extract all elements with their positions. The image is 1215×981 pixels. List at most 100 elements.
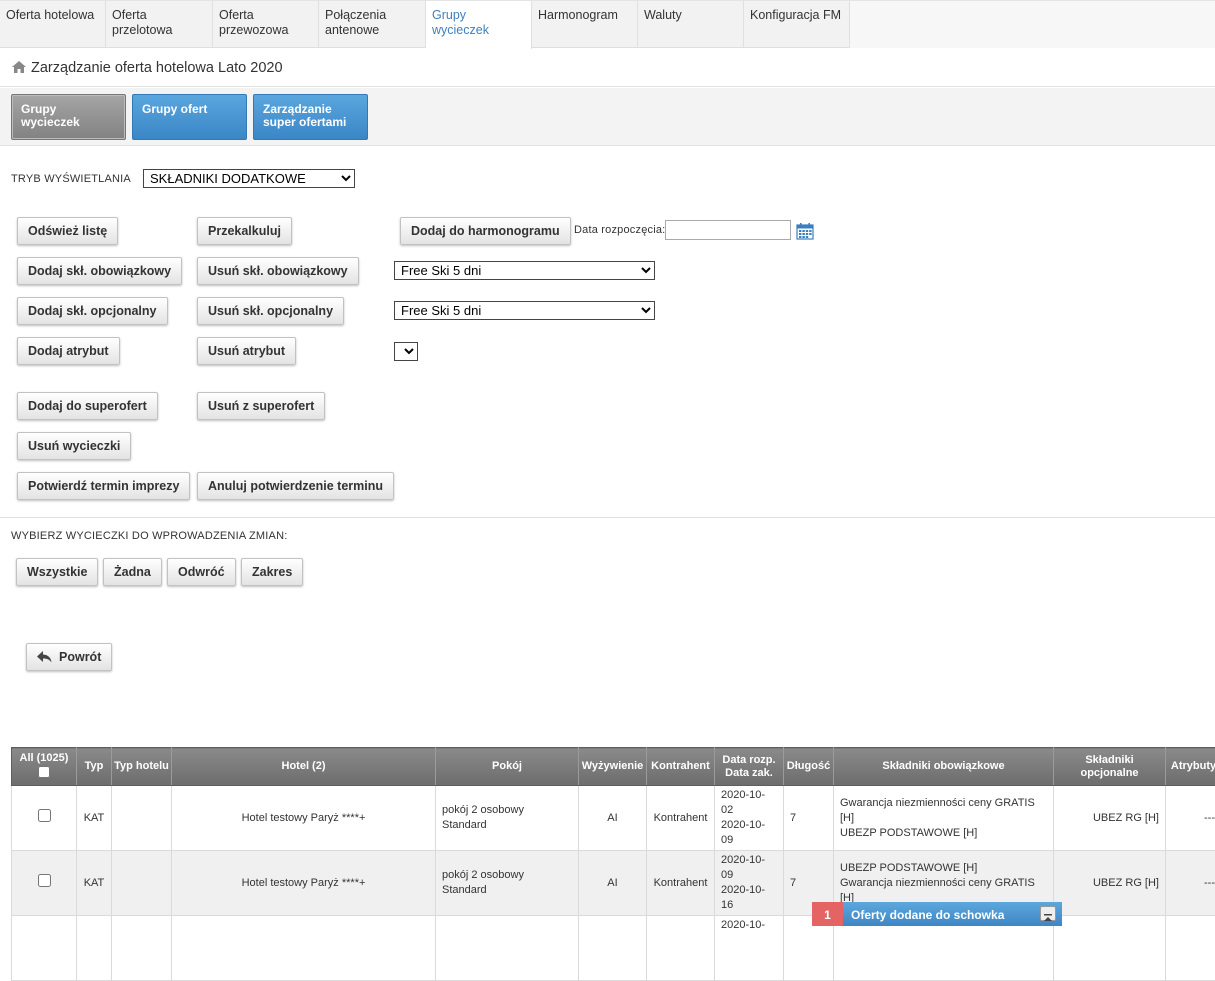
selection-label: WYBIERZ WYCIECZKI DO WPROWADZENIA ZMIAN: xyxy=(11,530,288,542)
back-arrow-icon xyxy=(37,651,52,663)
row-checkbox-cell xyxy=(12,916,77,981)
breadcrumb: Zarządzanie oferta hotelowa Lato 2020 xyxy=(0,49,1215,87)
start-date: 2020-10-09 xyxy=(721,853,777,883)
cell-typ-hotelu xyxy=(112,851,172,916)
clipboard-label: Oferty dodane do schowka xyxy=(851,908,1004,922)
row-checkbox-cell xyxy=(12,851,77,916)
mandatory-item: Gwarancja niezmienności ceny GRATIS [H] xyxy=(840,796,1047,826)
header-dlugosc[interactable]: Długość xyxy=(784,748,834,786)
subnav-super-oferty-button[interactable]: Zarządzanie super ofertami xyxy=(253,94,368,140)
attribute-select[interactable] xyxy=(394,342,418,361)
tab-polaczenia-antenowe[interactable]: Połączenia antenowe xyxy=(319,1,426,48)
tab-grupy-wycieczek[interactable]: Grupy wycieczek xyxy=(426,1,532,49)
mandatory-component-select[interactable]: Free Ski 5 dni xyxy=(394,261,655,280)
confirm-date-button[interactable]: Potwierdź termin imprezy xyxy=(17,472,190,500)
cell-pokoj xyxy=(436,916,579,981)
remove-mandatory-button[interactable]: Usuń skł. obowiązkowy xyxy=(197,257,359,285)
header-data[interactable]: Data rozp. Data zak. xyxy=(715,748,784,786)
room-standard: Standard xyxy=(442,818,572,833)
header-skladniki-opcjonalne[interactable]: Składniki opcjonalne xyxy=(1054,748,1166,786)
subnav-grupy-ofert-button[interactable]: Grupy ofert xyxy=(132,94,247,140)
start-date-label: Data rozpoczęcia: xyxy=(574,224,665,236)
collapse-toggle-icon[interactable] xyxy=(1040,906,1056,921)
header-typ[interactable]: Typ xyxy=(77,748,112,786)
cell-skladniki-obowiazkowe: Gwarancja niezmienności ceny GRATIS [H]U… xyxy=(834,786,1054,851)
invert-selection-button[interactable]: Odwróć xyxy=(167,558,236,586)
mandatory-item: UBEZP PODSTAWOWE [H] xyxy=(840,861,1047,876)
add-attribute-button[interactable]: Dodaj atrybut xyxy=(17,337,120,365)
table-row[interactable]: KAT Hotel testowy Paryż ****+ pokój 2 os… xyxy=(12,786,1215,851)
cell-skladniki-opcjonalne xyxy=(1054,916,1166,981)
cell-atrybuty: --- xyxy=(1166,786,1215,851)
remove-attribute-button[interactable]: Usuń atrybut xyxy=(197,337,296,365)
mandatory-item: UBEZP PODSTAWOWE [H] xyxy=(840,826,1047,841)
header-skladniki-obowiazkowe[interactable]: Składniki obowiązkowe xyxy=(834,748,1054,786)
calendar-icon[interactable] xyxy=(796,222,814,243)
cell-typ-hotelu xyxy=(112,916,172,981)
sub-navigation: Grupy wycieczek Grupy ofert Zarządzanie … xyxy=(0,88,1215,146)
select-all-button[interactable]: Wszystkie xyxy=(16,558,98,586)
cell-data: 2020-10-022020-10-09 xyxy=(715,786,784,851)
tab-oferta-hotelowa[interactable]: Oferta hotelowa xyxy=(0,1,106,48)
row-checkbox[interactable] xyxy=(38,809,51,822)
tab-harmonogram[interactable]: Harmonogram xyxy=(532,1,638,48)
cell-hotel: Hotel testowy Paryż ****+ xyxy=(172,851,436,916)
refresh-list-button[interactable]: Odśwież listę xyxy=(17,217,118,245)
remove-optional-button[interactable]: Usuń skł. opcjonalny xyxy=(197,297,344,325)
cell-wyzywienie: AI xyxy=(579,851,647,916)
select-none-button[interactable]: Żadna xyxy=(103,558,162,586)
start-date: 2020-10-02 xyxy=(721,788,777,818)
header-all: All (1025) xyxy=(12,748,77,786)
header-kontrahent[interactable]: Kontrahent xyxy=(647,748,715,786)
cell-data: 2020-10-092020-10-16 xyxy=(715,851,784,916)
display-mode-select[interactable]: SKŁADNIKI DODATKOWE xyxy=(143,169,355,188)
header-wyzywienie[interactable]: Wyżywienie xyxy=(579,748,647,786)
cancel-confirmation-button[interactable]: Anuluj potwierdzenie terminu xyxy=(197,472,394,500)
header-typ-hotelu[interactable]: Typ hotelu xyxy=(112,748,172,786)
add-optional-button[interactable]: Dodaj skł. opcjonalny xyxy=(17,297,168,325)
divider xyxy=(0,517,1215,518)
back-button[interactable]: Powrót xyxy=(26,643,112,671)
header-pokoj[interactable]: Pokój xyxy=(436,748,579,786)
tab-waluty[interactable]: Waluty xyxy=(638,1,744,48)
optional-component-select[interactable]: Free Ski 5 dni xyxy=(394,301,655,320)
cell-kontrahent xyxy=(647,916,715,981)
home-icon[interactable] xyxy=(11,60,27,77)
cell-atrybuty xyxy=(1166,916,1215,981)
row-checkbox[interactable] xyxy=(38,874,51,887)
top-navigation: Oferta hotelowa Oferta przelotowa Oferta… xyxy=(0,0,1215,48)
header-atrybuty[interactable]: Atrybuty xyxy=(1166,748,1215,786)
subnav-grupy-wycieczek-button[interactable]: Grupy wycieczek xyxy=(11,94,126,140)
add-mandatory-button[interactable]: Dodaj skł. obowiązkowy xyxy=(17,257,182,285)
cell-typ: KAT xyxy=(77,786,112,851)
recalculate-button[interactable]: Przekalkuluj xyxy=(197,217,292,245)
cell-pokoj: pokój 2 osobowyStandard xyxy=(436,786,579,851)
cell-skladniki-opcjonalne: UBEZ RG [H] xyxy=(1054,786,1166,851)
add-to-schedule-button[interactable]: Dodaj do harmonogramu xyxy=(400,217,571,245)
cell-dlugosc: 7 xyxy=(784,786,834,851)
cell-skladniki-opcjonalne: UBEZ RG [H] xyxy=(1054,851,1166,916)
select-all-checkbox[interactable] xyxy=(38,766,50,778)
clipboard-widget[interactable]: 1 Oferty dodane do schowka xyxy=(812,902,1062,926)
tab-konfiguracja-fm[interactable]: Konfiguracja FM xyxy=(744,1,850,48)
select-range-button[interactable]: Zakres xyxy=(241,558,303,586)
cell-typ: KAT xyxy=(77,851,112,916)
clipboard-bar[interactable]: Oferty dodane do schowka xyxy=(843,902,1062,926)
header-hotel[interactable]: Hotel (2) xyxy=(172,748,436,786)
cell-wyzywienie: AI xyxy=(579,786,647,851)
remove-trips-button[interactable]: Usuń wycieczki xyxy=(17,432,131,460)
tab-oferta-przewozowa[interactable]: Oferta przewozowa xyxy=(213,1,319,48)
cell-hotel xyxy=(172,916,436,981)
add-to-superoffers-button[interactable]: Dodaj do superofert xyxy=(17,392,158,420)
room-name: pokój 2 osobowy xyxy=(442,803,572,818)
tab-oferta-przelotowa[interactable]: Oferta przelotowa xyxy=(106,1,213,48)
cell-pokoj: pokój 2 osobowyStandard xyxy=(436,851,579,916)
cell-kontrahent: Kontrahent xyxy=(647,851,715,916)
cell-typ-hotelu xyxy=(112,786,172,851)
start-date-input[interactable] xyxy=(665,220,791,240)
cell-kontrahent: Kontrahent xyxy=(647,786,715,851)
page-title: Zarządzanie oferta hotelowa Lato 2020 xyxy=(31,60,283,76)
remove-from-superoffers-button[interactable]: Usuń z superofert xyxy=(197,392,325,420)
cell-data: 2020-10- xyxy=(715,916,784,981)
display-mode-label: TRYB WYŚWIETLANIA xyxy=(11,173,131,185)
